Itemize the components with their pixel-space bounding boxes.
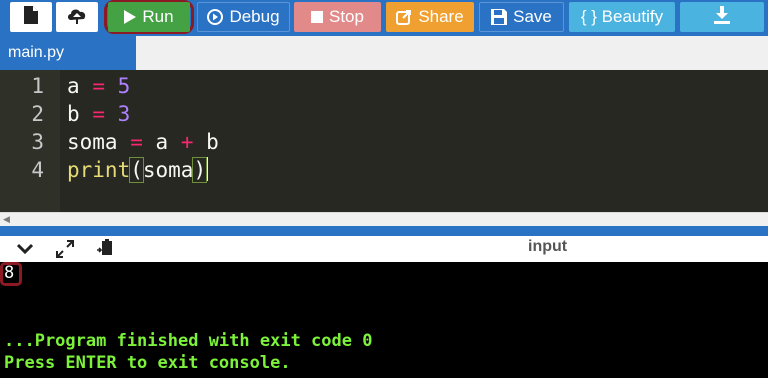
tab-label: main.py bbox=[8, 44, 65, 61]
code-token: = bbox=[92, 102, 105, 126]
code-token: ( bbox=[129, 157, 144, 183]
share-button-label: Share bbox=[418, 7, 464, 26]
save-icon bbox=[491, 9, 508, 25]
code-token: = bbox=[130, 130, 143, 154]
stop-button-label: Stop bbox=[329, 7, 364, 26]
tab-main-py[interactable]: main.py bbox=[0, 36, 136, 70]
stop-icon bbox=[311, 11, 323, 23]
scroll-left-arrow-icon[interactable]: ◀ bbox=[3, 213, 10, 226]
splitter[interactable] bbox=[0, 226, 768, 236]
upload-button[interactable] bbox=[56, 2, 98, 32]
share-button[interactable]: Share bbox=[386, 2, 474, 32]
file-icon bbox=[24, 5, 38, 29]
code-text: soma = a + b bbox=[67, 128, 219, 156]
code-token: + bbox=[180, 130, 194, 154]
run-button[interactable]: Run bbox=[108, 2, 190, 32]
line-number: 4 bbox=[31, 158, 44, 182]
press-enter-message: Press ENTER to exit console. bbox=[4, 353, 291, 373]
program-output: 8 bbox=[4, 263, 15, 283]
line-number: 2 bbox=[31, 102, 44, 126]
share-icon bbox=[396, 9, 412, 25]
copy-output-icon[interactable] bbox=[94, 239, 116, 259]
save-button-label: Save bbox=[513, 7, 552, 26]
code-token: 3 bbox=[117, 102, 131, 126]
expand-icon[interactable] bbox=[54, 239, 76, 259]
new-file-button[interactable] bbox=[10, 2, 52, 32]
code-line: 4 print(soma) bbox=[0, 156, 768, 184]
debug-icon bbox=[207, 9, 224, 25]
code-token: print bbox=[67, 158, 131, 182]
code-line: 3 soma = a + b bbox=[0, 128, 768, 156]
toolbar: Run Debug Stop Share Save { } Beautify bbox=[0, 0, 768, 36]
text-cursor bbox=[206, 157, 209, 181]
code-token: a bbox=[67, 74, 80, 98]
debug-button-label: Debug bbox=[229, 7, 280, 26]
cloud-upload-icon bbox=[66, 6, 88, 29]
line-number: 1 bbox=[31, 74, 44, 98]
save-button[interactable]: Save bbox=[479, 2, 564, 32]
code-token: b bbox=[67, 102, 80, 126]
exit-message: ...Program finished with exit code 0 bbox=[4, 331, 373, 351]
output-panel-bar: input bbox=[0, 236, 768, 262]
code-text: print(soma) bbox=[67, 156, 209, 184]
input-label[interactable]: input bbox=[528, 236, 567, 262]
beautify-button[interactable]: { } Beautify bbox=[569, 2, 675, 32]
file-tab-bar: main.py bbox=[0, 36, 768, 70]
code-token: ) bbox=[192, 157, 208, 183]
code-text: b = 3 bbox=[67, 100, 130, 128]
beautify-button-label: { } Beautify bbox=[580, 7, 664, 26]
code-token: soma bbox=[142, 158, 194, 182]
horizontal-scrollbar[interactable]: ◀ bbox=[0, 212, 768, 226]
code-token: soma bbox=[67, 130, 118, 154]
download-icon bbox=[714, 5, 730, 29]
play-icon bbox=[124, 10, 137, 24]
debug-button[interactable]: Debug bbox=[197, 2, 290, 32]
code-line: 2 b = 3 bbox=[0, 100, 768, 128]
download-button[interactable] bbox=[680, 2, 764, 32]
code-token: = bbox=[92, 74, 105, 98]
stop-button[interactable]: Stop bbox=[294, 2, 381, 32]
collapse-chevron-icon[interactable] bbox=[14, 239, 36, 259]
code-editor[interactable]: 1 a = 5 2 b = 3 3 soma = a + b 4 print(s… bbox=[0, 70, 768, 212]
code-token: 5 bbox=[117, 74, 131, 98]
console-output[interactable]: 8 ...Program finished with exit code 0 P… bbox=[0, 262, 768, 378]
code-line: 1 a = 5 bbox=[0, 72, 768, 100]
run-button-label: Run bbox=[142, 7, 174, 26]
code-token: a bbox=[155, 130, 169, 154]
line-number: 3 bbox=[31, 130, 44, 154]
code-token: b bbox=[206, 130, 219, 154]
code-text: a = 5 bbox=[67, 72, 130, 100]
